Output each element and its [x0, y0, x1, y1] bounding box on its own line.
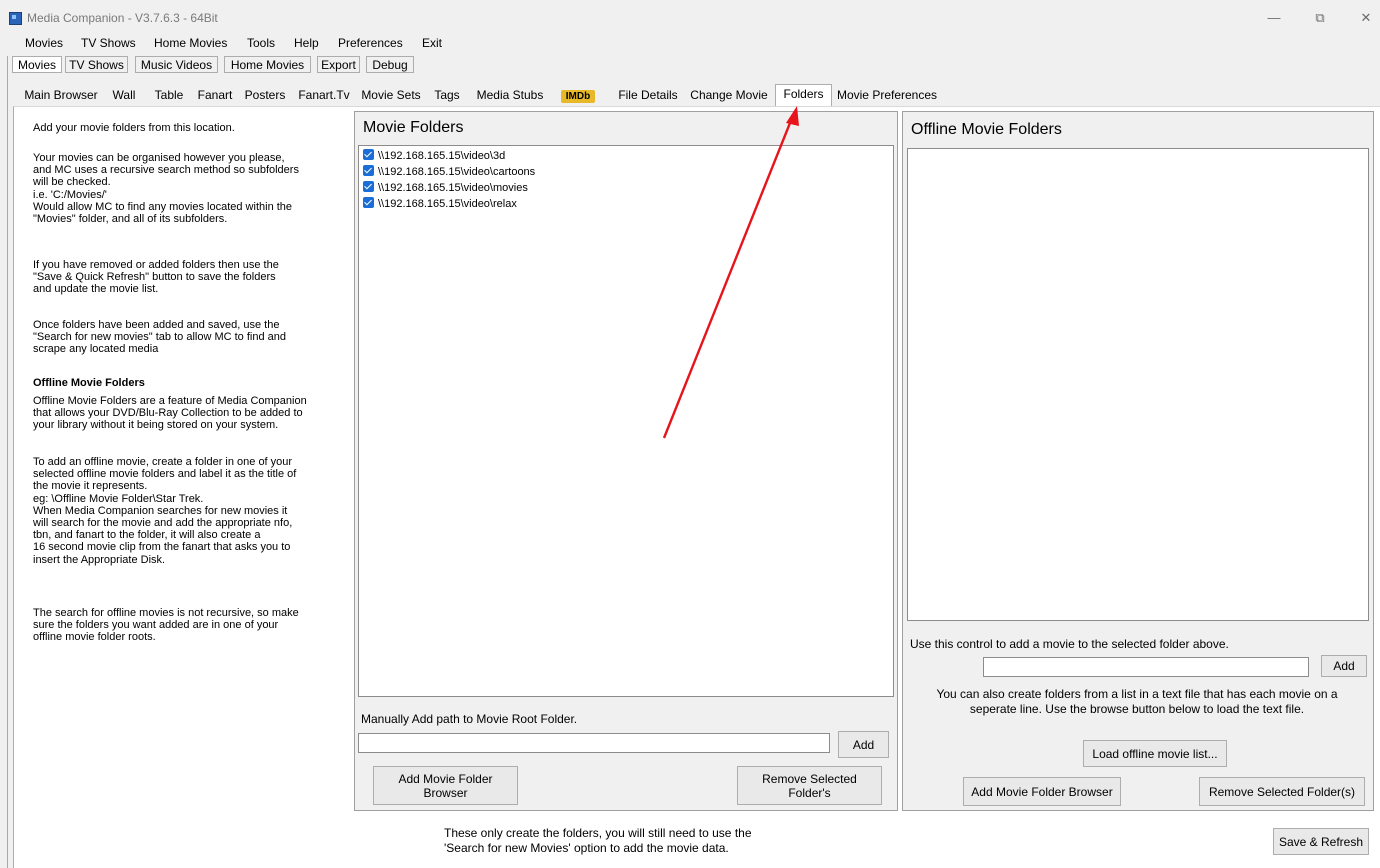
toolbar-movies-button[interactable]: Movies — [12, 56, 62, 73]
app-icon — [9, 12, 22, 25]
remove-selected-folders-button[interactable]: Remove Selected Folder's — [737, 766, 882, 805]
offline-movie-input[interactable] — [983, 657, 1309, 677]
offline-add-folder-browser-button[interactable]: Add Movie Folder Browser — [963, 777, 1121, 806]
checkbox[interactable] — [363, 197, 374, 208]
tab-file-details[interactable]: File Details — [614, 86, 682, 105]
tab-tags[interactable]: Tags — [430, 86, 464, 105]
add-movie-folder-browser-button[interactable]: Add Movie Folder Browser — [373, 766, 518, 805]
help-refresh: If you have removed or added folders the… — [33, 259, 279, 296]
text-file-note: You can also create folders from a list … — [936, 687, 1338, 716]
help-offline-recursion: The search for offline movies is not rec… — [33, 607, 299, 644]
menu-tools[interactable]: Tools — [247, 36, 275, 50]
folder-path: \\192.168.165.15\video\movies — [378, 182, 528, 194]
offline-add-button[interactable]: Add — [1321, 655, 1367, 677]
menu-preferences[interactable]: Preferences — [338, 36, 403, 50]
tab-movie-sets[interactable]: Movie Sets — [358, 86, 424, 105]
help-search: Once folders have been added and saved, … — [33, 319, 286, 356]
help-offline-howto: To add an offline movie, create a folder… — [33, 456, 297, 566]
help-offline-intro: Offline Movie Folders are a feature of M… — [33, 395, 307, 432]
folder-path: \\192.168.165.15\video\cartoons — [378, 166, 536, 178]
offline-control-label: Use this control to add a movie to the s… — [910, 637, 1229, 651]
tab-fanart[interactable]: Fanart — [194, 86, 236, 105]
movie-folders-list[interactable]: \\192.168.165.15\video\3d \\192.168.165.… — [358, 145, 894, 697]
list-item[interactable]: \\192.168.165.15\video\movies — [363, 181, 528, 197]
menu-bar: Movies TV Shows Home Movies Tools Help P… — [0, 36, 1380, 54]
toolbar-tv-shows-button[interactable]: TV Shows — [65, 56, 128, 73]
tab-imdb[interactable]: IMDb — [556, 86, 600, 105]
tab-main-browser[interactable]: Main Browser — [20, 86, 102, 105]
manual-path-input[interactable] — [358, 733, 830, 753]
toolbar-export-button[interactable]: Export — [317, 56, 360, 73]
close-button[interactable]: ✕ — [1343, 4, 1380, 34]
manual-path-label: Manually Add path to Movie Root Folder. — [361, 712, 578, 726]
window-title: Media Companion - V3.7.6.3 - 64Bit — [27, 11, 218, 25]
imdb-logo: IMDb — [560, 90, 596, 103]
add-path-button[interactable]: Add — [838, 731, 889, 758]
tab-change-movie[interactable]: Change Movie — [686, 86, 772, 105]
list-item[interactable]: \\192.168.165.15\video\3d — [363, 149, 505, 165]
minimize-button[interactable]: — — [1251, 4, 1297, 34]
help-intro: Add your movie folders from this locatio… — [33, 122, 235, 134]
tab-wall[interactable]: Wall — [108, 86, 140, 105]
toolbar-home-movies-button[interactable]: Home Movies — [224, 56, 311, 73]
help-organisation: Your movies can be organised however you… — [33, 152, 299, 226]
help-offline-heading: Offline Movie Folders — [33, 377, 145, 389]
checkbox[interactable] — [363, 165, 374, 176]
offline-folders-list[interactable] — [907, 148, 1369, 621]
menu-exit[interactable]: Exit — [422, 36, 442, 50]
tab-movie-preferences[interactable]: Movie Preferences — [833, 86, 941, 105]
checkbox[interactable] — [363, 181, 374, 192]
menu-help[interactable]: Help — [294, 36, 319, 50]
menu-tv-shows[interactable]: TV Shows — [81, 36, 136, 50]
menu-home-movies[interactable]: Home Movies — [154, 36, 227, 50]
tab-folders[interactable]: Folders — [775, 84, 832, 107]
list-item[interactable]: \\192.168.165.15\video\relax — [363, 197, 517, 213]
tab-fanart-tv[interactable]: Fanart.Tv — [294, 86, 354, 105]
tab-media-stubs[interactable]: Media Stubs — [472, 86, 548, 105]
footer-note: These only create the folders, you will … — [444, 826, 752, 855]
toolbar-music-videos-button[interactable]: Music Videos — [135, 56, 218, 73]
folder-path: \\192.168.165.15\video\relax — [378, 198, 517, 210]
load-offline-list-button[interactable]: Load offline movie list... — [1083, 740, 1227, 767]
save-refresh-button[interactable]: Save & Refresh — [1273, 828, 1369, 855]
offline-remove-selected-button[interactable]: Remove Selected Folder(s) — [1199, 777, 1365, 806]
toolbar-debug-button[interactable]: Debug — [366, 56, 414, 73]
tab-posters[interactable]: Posters — [241, 86, 289, 105]
list-item[interactable]: \\192.168.165.15\video\cartoons — [363, 165, 535, 181]
offline-folders-title: Offline Movie Folders — [911, 121, 1062, 138]
restore-button[interactable]: ⧉ — [1297, 4, 1343, 34]
window-left-border — [7, 56, 8, 868]
menu-movies[interactable]: Movies — [25, 36, 63, 50]
movie-folders-title: Movie Folders — [363, 119, 464, 136]
tab-table[interactable]: Table — [149, 86, 189, 105]
folder-path: \\192.168.165.15\video\3d — [378, 150, 506, 162]
checkbox[interactable] — [363, 149, 374, 160]
